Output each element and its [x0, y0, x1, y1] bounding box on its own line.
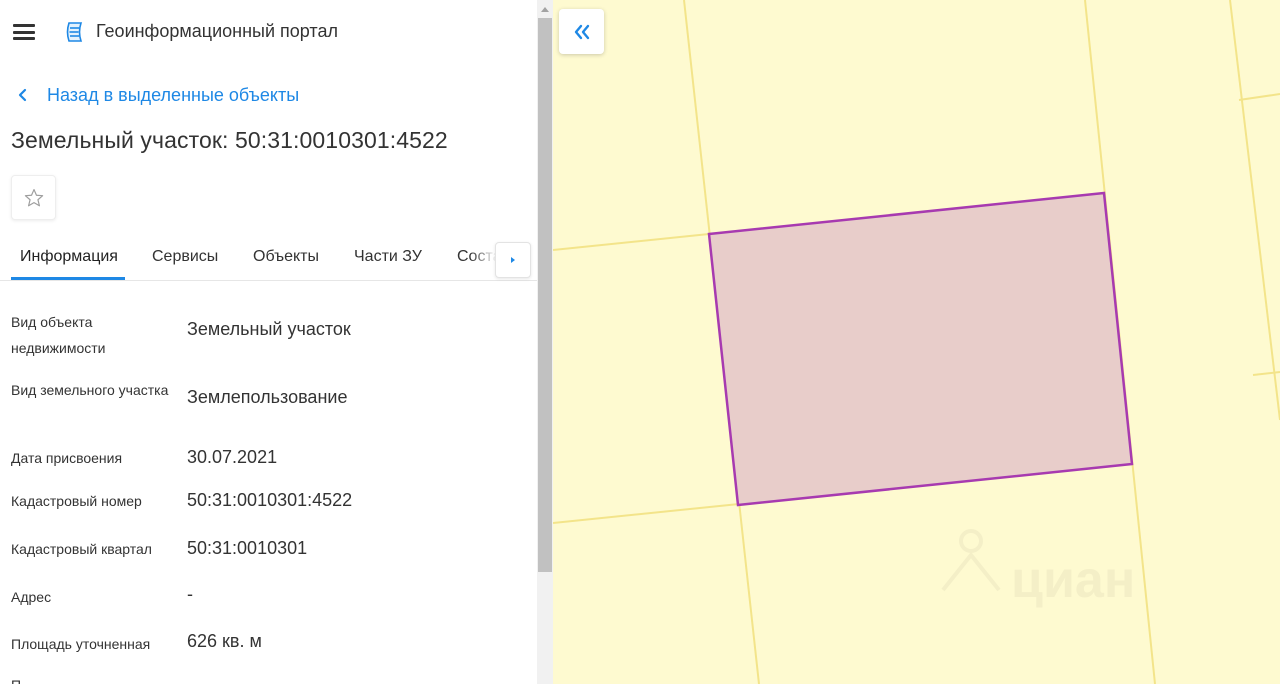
property-label: Вид объекта недвижимости [11, 314, 106, 356]
collapse-panel-button[interactable] [559, 9, 604, 54]
property-value: Землепользование [187, 387, 348, 407]
double-chevron-left-icon [574, 24, 589, 39]
tab-bar: Информация Сервисы Объекты Части ЗУ Сост… [0, 238, 537, 281]
watermark-text: циан [1011, 551, 1135, 609]
tab-information[interactable]: Информация [20, 238, 118, 280]
page-title: Земельный участок: 50:31:0010301:4522 [11, 127, 448, 153]
property-label: П [11, 672, 171, 684]
property-value: 30.07.2021 [187, 447, 278, 467]
property-label: Вид земельного участка [11, 382, 169, 398]
favorite-button[interactable] [11, 175, 56, 220]
hamburger-menu-icon[interactable] [13, 24, 35, 40]
scrollbar-thumb[interactable] [538, 18, 552, 572]
property-label: Кадастровый квартал [11, 541, 152, 557]
tab-services[interactable]: Сервисы [152, 238, 218, 280]
chevron-left-icon [18, 88, 27, 102]
property-value: Земельный участок [187, 319, 351, 339]
caret-right-icon [511, 257, 515, 263]
star-outline-icon [24, 188, 43, 206]
panel-scrollbar[interactable] [537, 0, 553, 684]
property-label: Дата присвоения [11, 450, 123, 466]
map-canvas[interactable]: циан [553, 0, 1280, 684]
portal-logo-icon [66, 22, 83, 42]
top-bar: Геоинформационный портал [0, 0, 537, 64]
selected-parcel[interactable] [707, 191, 1134, 507]
active-tab-indicator [11, 277, 125, 280]
property-value: 626 кв. м [187, 631, 262, 651]
scroll-up-button[interactable] [537, 0, 553, 18]
watermark-logo: циан [941, 529, 1135, 609]
property-label: Адрес [11, 589, 52, 605]
app-title: Геоинформационный портал [96, 21, 338, 41]
property-value: 50:31:0010301 [187, 538, 308, 558]
info-panel: Геоинформационный портал Назад в выделен… [0, 0, 537, 684]
property-value: 50:31:0010301:4522 [187, 490, 353, 510]
tabs-scroll-right-button[interactable] [495, 242, 531, 278]
property-value: - [187, 584, 193, 604]
tab-parcel-parts[interactable]: Части ЗУ [354, 238, 422, 280]
back-link-label: Назад в выделенные объекты [47, 84, 300, 105]
property-label: Кадастровый номер [11, 493, 142, 509]
property-label: Площадь уточненная [11, 636, 151, 652]
map-view[interactable]: циан [553, 0, 1280, 684]
caret-up-icon [541, 7, 549, 12]
tab-objects[interactable]: Объекты [253, 238, 319, 280]
back-to-selected-link[interactable]: Назад в выделенные объекты [16, 83, 299, 107]
